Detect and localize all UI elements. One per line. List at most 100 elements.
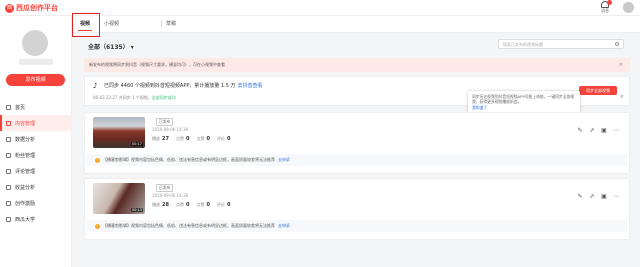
video-title[interactable]: 已发布 xyxy=(152,184,174,192)
search-icon[interactable] xyxy=(615,42,619,46)
sync-status: 06-03 22:27 共同步 1 个视频，全部同步成功 xyxy=(93,95,176,101)
stat-item: 点赞 0 xyxy=(176,136,189,142)
stat-value: 28 xyxy=(162,202,169,208)
app-logo[interactable]: 西 西瓜创作平台 xyxy=(5,3,58,13)
sidebar-item-label: 粉丝管理 xyxy=(15,152,36,159)
stat-label: 点赞 xyxy=(175,202,184,207)
sidebar-item-home[interactable]: 首页 xyxy=(0,99,72,115)
sidebar-item-label: 收益分析 xyxy=(15,184,36,191)
more-icon[interactable]: ⋯ xyxy=(613,194,619,200)
content-panel: 全部（6135） ▾ 搜索已发布的视频标题 新发布的视频将同步到抖音（视频尺寸要… xyxy=(84,38,630,267)
sync-notice-banner: 新发布的视频将同步到抖音（视频尺寸要求，横竖均可），可在小视频中查看 × xyxy=(84,58,630,72)
sidebar: 发布视频 首页 内容管理 数据分析 粉丝管理 评论管理 收益分析 创作激励 西瓜… xyxy=(0,16,72,267)
sidebar-item-analytics[interactable]: 数据分析 xyxy=(0,131,72,147)
content-icon xyxy=(6,120,11,126)
video-title[interactable]: 已发布 xyxy=(152,118,174,126)
sidebar-item-label: 创作激励 xyxy=(15,200,36,207)
tab-short-video[interactable]: 小视频 xyxy=(104,20,119,27)
message-button[interactable]: 消息 xyxy=(598,0,612,14)
stat-item: 评论 0 xyxy=(217,136,230,142)
chart-icon[interactable]: ▣ xyxy=(601,128,607,134)
tab-video[interactable]: 视频 xyxy=(80,20,90,27)
share-icon[interactable]: ⇗ xyxy=(589,128,595,134)
notice-text: 新发布的视频将同步到抖音（视频尺寸要求，横竖均可），可在小视频中查看 xyxy=(89,62,225,67)
chart-icon[interactable]: ▣ xyxy=(601,194,607,200)
video-thumbnail[interactable]: 00:13 xyxy=(93,183,145,214)
stat-label: 点赞 xyxy=(175,136,184,141)
stat-value: 0 xyxy=(185,136,190,142)
warning-text: 【播客剪影辑】视频内容包括色情、低俗、违法有害信息或有明显边框，画面质量较差将无… xyxy=(103,157,275,162)
sidebar-item-comments[interactable]: 评论管理 xyxy=(0,163,72,179)
video-actions: ✎ ⇗ ▣ ⋯ xyxy=(577,194,619,200)
sidebar-nav: 首页 内容管理 数据分析 粉丝管理 评论管理 收益分析 创作激励 西瓜大学 xyxy=(0,99,72,227)
filter-row: 全部（6135） ▾ 搜索已发布的视频标题 xyxy=(84,38,630,52)
stat-value: 0 xyxy=(206,202,210,208)
edit-icon[interactable]: ✎ xyxy=(577,194,583,200)
revenue-icon xyxy=(6,184,11,190)
close-icon[interactable]: × xyxy=(620,94,624,100)
stat-item: 点赞 0 xyxy=(196,202,209,208)
tooltip-dismiss-link[interactable]: 我知道了 xyxy=(472,105,576,110)
video-card: 00:13 已发布 2020-09-06 14:38 播放 28 点赞 0 点赞 0 … xyxy=(84,178,630,240)
stat-item: 播放 27 xyxy=(152,136,169,142)
stat-item: 点赞 0 xyxy=(196,136,209,142)
logo-icon: 西 xyxy=(5,3,14,13)
stat-value: 0 xyxy=(226,202,231,208)
filter-dropdown[interactable]: 全部（6135） ▾ xyxy=(88,42,134,51)
edit-icon[interactable]: ✎ xyxy=(577,128,583,134)
stat-value: 0 xyxy=(206,136,210,142)
sync-all-button[interactable]: 同步全部视频 xyxy=(579,86,617,95)
sidebar-item-label: 内容管理 xyxy=(15,120,36,127)
tab-bar: 视频 小视频 草稿 xyxy=(72,13,640,37)
sidebar-item-label: 西瓜大学 xyxy=(15,216,36,223)
publish-video-button[interactable]: 发布视频 xyxy=(6,74,65,86)
logo-text: 西瓜创作平台 xyxy=(16,4,58,12)
sync-summary-text: 已同步 4460 个视频到抖音短视频APP，累计播放量 1.5 万 xyxy=(104,83,236,89)
stat-label: 评论 xyxy=(216,136,225,141)
stat-label: 播放 xyxy=(152,202,160,207)
stat-label: 点赞 xyxy=(196,136,205,141)
more-icon[interactable]: ⋯ xyxy=(613,128,619,134)
stat-item: 评论 0 xyxy=(217,202,230,208)
sidebar-item-label: 评论管理 xyxy=(15,168,36,175)
video-actions: ✎ ⇗ ▣ ⋯ xyxy=(577,128,619,134)
sidebar-item-content[interactable]: 内容管理 xyxy=(0,115,72,131)
review-warning: ! 【播客剪影辑】视频内容包括色情、低俗、违法有害信息或有明显边框，画面质量较差将… xyxy=(87,154,627,166)
warning-icon: ! xyxy=(95,224,100,229)
sync-status-text: 06-03 22:27 共同步 1 个视频， xyxy=(93,95,152,100)
video-duration: 00:13 xyxy=(130,208,143,212)
search-placeholder: 搜索已发布的视频标题 xyxy=(503,42,543,47)
search-input[interactable]: 搜索已发布的视频标题 xyxy=(498,39,624,49)
sidebar-item-incentive[interactable]: 创作激励 xyxy=(0,195,72,211)
message-label: 消息 xyxy=(601,8,609,13)
douyin-icon: ♪ xyxy=(93,82,98,90)
avatar[interactable] xyxy=(22,30,48,56)
close-icon[interactable]: × xyxy=(619,58,623,72)
stat-value: 27 xyxy=(162,136,169,142)
video-duration: 00:17 xyxy=(130,142,143,146)
appeal-link[interactable]: 去申诉 xyxy=(278,223,290,228)
appeal-link[interactable]: 去申诉 xyxy=(278,157,290,162)
video-card: 00:17 已发布 2020-09-06 14:39 播放 27 点赞 0 点赞 0 … xyxy=(84,112,630,174)
sidebar-item-fans[interactable]: 粉丝管理 xyxy=(0,147,72,163)
video-thumbnail[interactable]: 00:17 xyxy=(93,117,145,148)
view-on-douyin-link[interactable]: 去抖音查看 xyxy=(238,83,263,89)
chevron-down-icon: ▾ xyxy=(130,44,134,51)
comment-icon xyxy=(6,168,11,174)
sync-status-ok: 全部同步成功 xyxy=(151,95,176,100)
user-avatar[interactable] xyxy=(623,2,634,13)
douyin-sync-box: ♪ 已同步 4460 个视频到抖音短视频APP，累计播放量 1.5 万去抖音查看… xyxy=(84,76,630,118)
home-icon xyxy=(6,104,11,110)
stat-value: 0 xyxy=(185,202,190,208)
video-stats: 播放 28 点赞 0 点赞 0 评论 0 xyxy=(152,202,230,208)
stat-label: 播放 xyxy=(152,136,160,141)
share-icon[interactable]: ⇗ xyxy=(589,194,595,200)
stat-item: 播放 28 xyxy=(152,202,169,208)
sidebar-item-revenue[interactable]: 收益分析 xyxy=(0,179,72,195)
video-date: 2020-09-06 14:38 xyxy=(152,193,189,198)
sidebar-item-university[interactable]: 西瓜大学 xyxy=(0,211,72,227)
stat-item: 点赞 0 xyxy=(176,202,189,208)
tab-drafts[interactable]: 草稿 xyxy=(166,20,176,27)
university-icon xyxy=(6,216,11,222)
notification-badge xyxy=(607,0,612,5)
